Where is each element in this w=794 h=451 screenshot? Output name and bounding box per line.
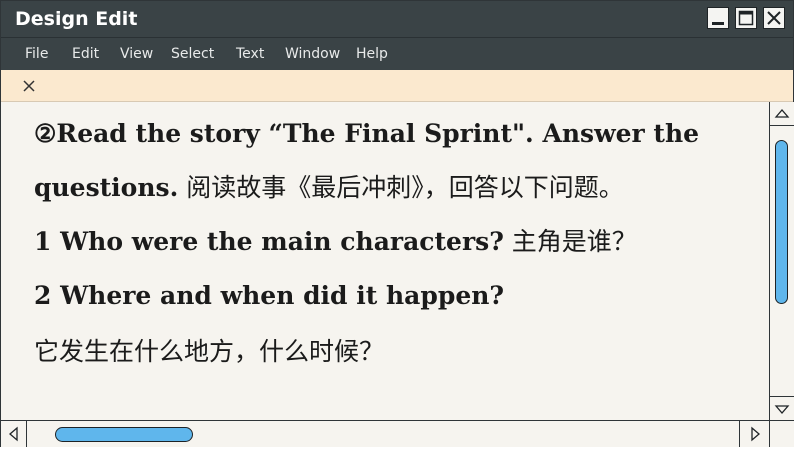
horizontal-scrollbar[interactable] — [1, 420, 769, 447]
text-line-3: 1 Who were the main characters? 主角是谁？ — [34, 226, 637, 258]
scrollbar-corner — [769, 420, 794, 447]
menu-file[interactable]: File — [25, 46, 48, 63]
close-button[interactable] — [763, 7, 785, 29]
text-line-3-english: 1 Who were the main characters? — [34, 227, 504, 256]
menu-text[interactable]: Text — [236, 46, 264, 63]
scroll-left-button[interactable] — [1, 421, 27, 447]
text-line-5: 它发生在什么地方，什么时候？ — [34, 337, 385, 366]
menu-help[interactable]: Help — [356, 46, 388, 63]
app-window: Design Edit File Edit View Select Text W… — [0, 0, 794, 447]
triangle-left-icon — [9, 426, 18, 442]
maximize-button[interactable] — [735, 7, 757, 29]
minimize-icon — [712, 22, 724, 25]
close-icon[interactable] — [21, 78, 37, 94]
menu-select[interactable]: Select — [171, 46, 214, 63]
window-title: Design Edit — [15, 8, 138, 30]
menu-bar: File Edit View Select Text Window Help — [1, 37, 793, 70]
triangle-up-icon — [774, 109, 790, 118]
menu-view[interactable]: View — [120, 46, 153, 63]
tab-strip — [1, 70, 793, 102]
text-line-1: ②Read the story “The Final Sprint". Answ… — [34, 119, 700, 148]
scroll-up-button[interactable] — [770, 102, 794, 126]
close-icon — [767, 11, 781, 25]
title-bar[interactable]: Design Edit — [1, 1, 793, 37]
vertical-scroll-thumb[interactable] — [775, 140, 788, 304]
menu-edit[interactable]: Edit — [72, 46, 99, 63]
scroll-right-button[interactable] — [739, 421, 769, 447]
maximize-icon — [738, 10, 754, 26]
minimize-button[interactable] — [707, 7, 729, 29]
text-line-3-chinese: 主角是谁？ — [503, 227, 637, 256]
text-line-2: questions. 阅读故事《最后冲刺》，回答以下问题。 — [34, 172, 624, 204]
text-line-4: 2 Where and when did it happen? — [34, 281, 505, 310]
text-line-2-chinese: 阅读故事《最后冲刺》，回答以下问题。 — [178, 173, 624, 202]
document-content[interactable]: ②Read the story “The Final Sprint". Answ… — [1, 102, 769, 420]
vertical-scrollbar[interactable] — [769, 102, 794, 420]
triangle-down-icon — [774, 405, 790, 414]
triangle-right-icon — [751, 426, 760, 442]
scroll-down-button[interactable] — [770, 396, 794, 420]
horizontal-scroll-thumb[interactable] — [55, 427, 193, 442]
text-line-2-english: questions. — [34, 173, 179, 202]
menu-window[interactable]: Window — [285, 46, 340, 63]
